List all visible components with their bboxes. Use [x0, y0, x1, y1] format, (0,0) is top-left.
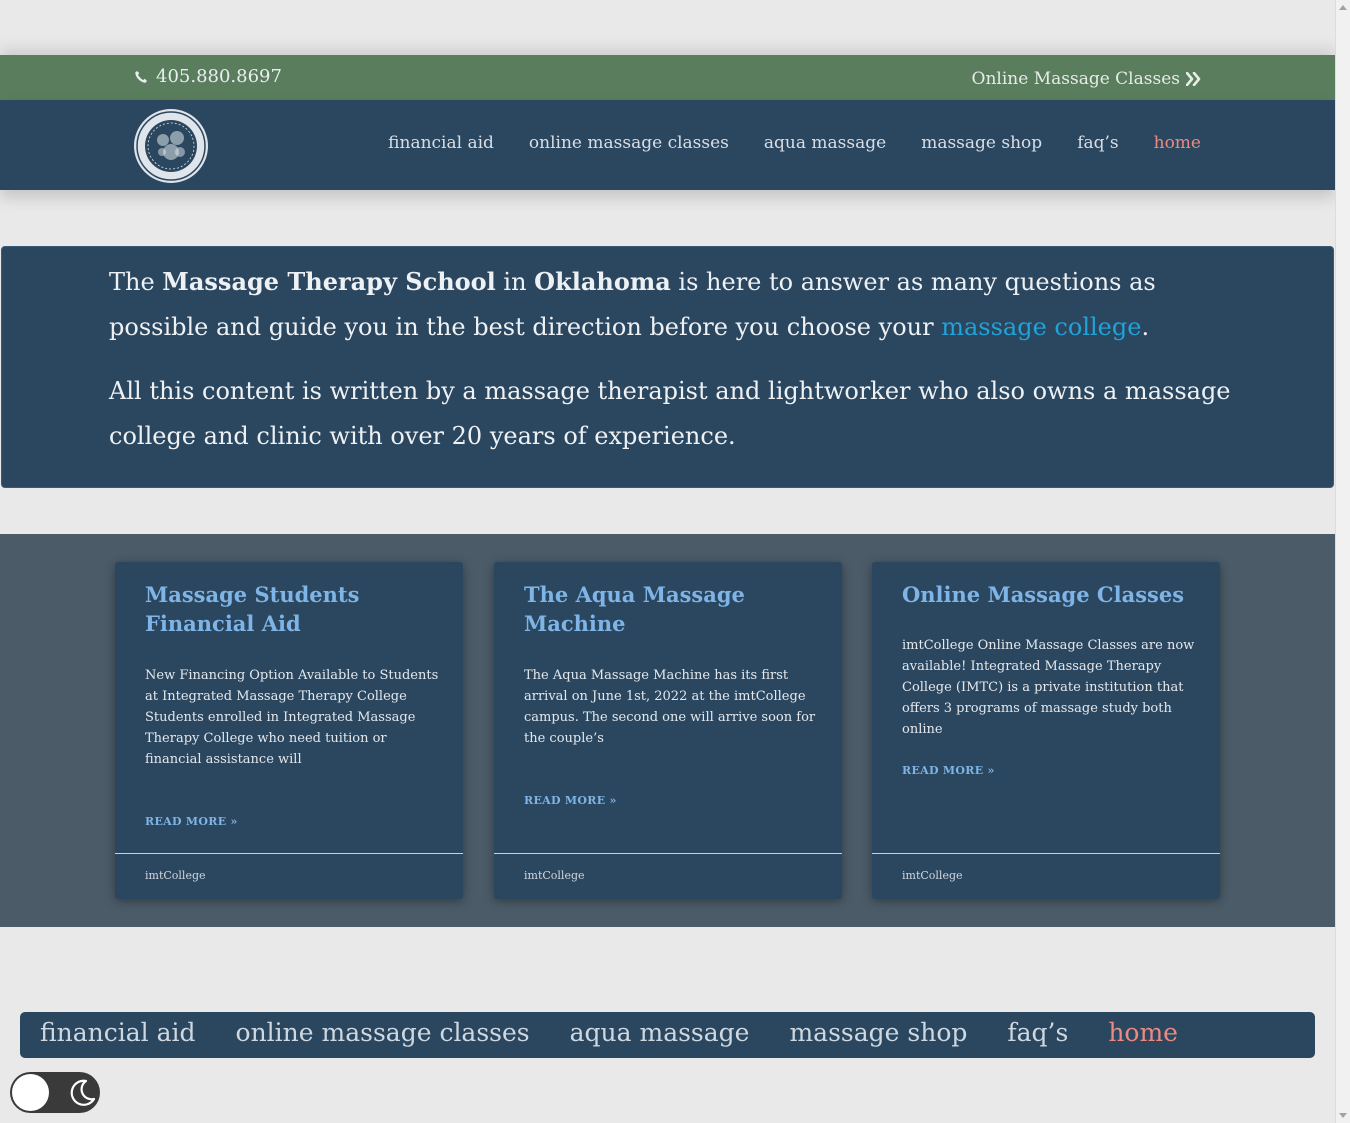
intro-text: The	[109, 268, 163, 296]
post-author: imtCollege	[902, 869, 963, 882]
page-scrollbar[interactable]	[1335, 0, 1350, 1123]
double-chevron-right-icon	[1186, 72, 1201, 86]
nav-massage-shop[interactable]: massage shop	[921, 133, 1042, 153]
online-classes-top-label: Online Massage Classes	[971, 69, 1180, 89]
posts-section: Massage Students Financial Aid New Finan…	[0, 534, 1335, 927]
post-excerpt: New Financing Option Available to Studen…	[145, 668, 439, 767]
card-divider	[494, 853, 842, 854]
footer-financial-aid[interactable]: financial aid	[40, 1018, 196, 1047]
post-author: imtCollege	[145, 869, 206, 882]
main-nav-links: financial aid online massage classes aqu…	[388, 133, 1201, 153]
toggle-knob	[12, 1074, 49, 1111]
nav-financial-aid[interactable]: financial aid	[388, 133, 494, 153]
read-more-link[interactable]: READ MORE »	[524, 794, 617, 807]
intro-bold-state: Oklahoma	[534, 267, 671, 296]
intro-paragraph-1: The Massage Therapy School in Oklahoma i…	[109, 259, 1239, 350]
post-excerpt: The Aqua Massage Machine has its first a…	[524, 668, 816, 746]
footer-menu: financial aid online massage classes aqu…	[20, 1012, 1315, 1058]
scroll-down-icon[interactable]	[1339, 1113, 1347, 1118]
dark-mode-toggle[interactable]	[10, 1072, 100, 1113]
nav-faqs[interactable]: faq’s	[1077, 133, 1118, 153]
footer-faqs[interactable]: faq’s	[1007, 1018, 1068, 1047]
read-more-link[interactable]: READ MORE »	[145, 815, 238, 828]
footer-massage-shop[interactable]: massage shop	[789, 1018, 967, 1047]
scroll-up-icon[interactable]	[1339, 5, 1347, 10]
top-bar: 405.880.8697 Online Massage Classes	[0, 55, 1335, 100]
phone-icon	[135, 70, 147, 83]
card-divider	[115, 853, 463, 854]
read-more-link[interactable]: READ MORE »	[902, 764, 995, 777]
intro-paragraph-2: All this content is written by a massage…	[109, 377, 1231, 450]
intro-bold-school: Massage Therapy School	[162, 267, 496, 296]
post-card[interactable]: The Aqua Massage Machine The Aqua Massag…	[494, 562, 842, 899]
post-excerpt: imtCollege Online Massage Classes are no…	[902, 638, 1195, 737]
massage-college-link[interactable]: massage college	[941, 313, 1141, 341]
online-classes-top-link[interactable]: Online Massage Classes	[972, 69, 1202, 89]
nav-aqua-massage[interactable]: aqua massage	[764, 133, 886, 153]
nav-online-massage-classes[interactable]: online massage classes	[529, 133, 729, 153]
footer-menu-links: financial aid online massage classes aqu…	[40, 1018, 1178, 1047]
page: 405.880.8697 Online Massage Classes fina…	[0, 0, 1335, 1123]
footer-home[interactable]: home	[1108, 1018, 1178, 1047]
post-title[interactable]: The Aqua Massage Machine	[524, 580, 814, 638]
post-title[interactable]: Online Massage Classes	[902, 580, 1192, 609]
phone-link[interactable]: 405.880.8697	[134, 66, 282, 87]
card-divider	[872, 853, 1220, 854]
footer-online-massage-classes[interactable]: online massage classes	[236, 1018, 530, 1047]
nav-home[interactable]: home	[1154, 133, 1201, 153]
post-card[interactable]: Online Massage Classes imtCollege Online…	[872, 562, 1220, 899]
footer-aqua-massage[interactable]: aqua massage	[570, 1018, 750, 1047]
post-card[interactable]: Massage Students Financial Aid New Finan…	[115, 562, 463, 899]
intro-text: .	[1141, 313, 1150, 341]
phone-number: 405.880.8697	[156, 66, 282, 87]
college-seal-logo[interactable]	[133, 108, 209, 184]
main-navbar: financial aid online massage classes aqu…	[0, 100, 1335, 190]
intro-text: in	[495, 268, 535, 296]
intro-panel: The Massage Therapy School in Oklahoma i…	[1, 246, 1334, 488]
post-author: imtCollege	[524, 869, 585, 882]
moon-icon	[70, 1079, 96, 1106]
post-title[interactable]: Massage Students Financial Aid	[145, 580, 435, 638]
